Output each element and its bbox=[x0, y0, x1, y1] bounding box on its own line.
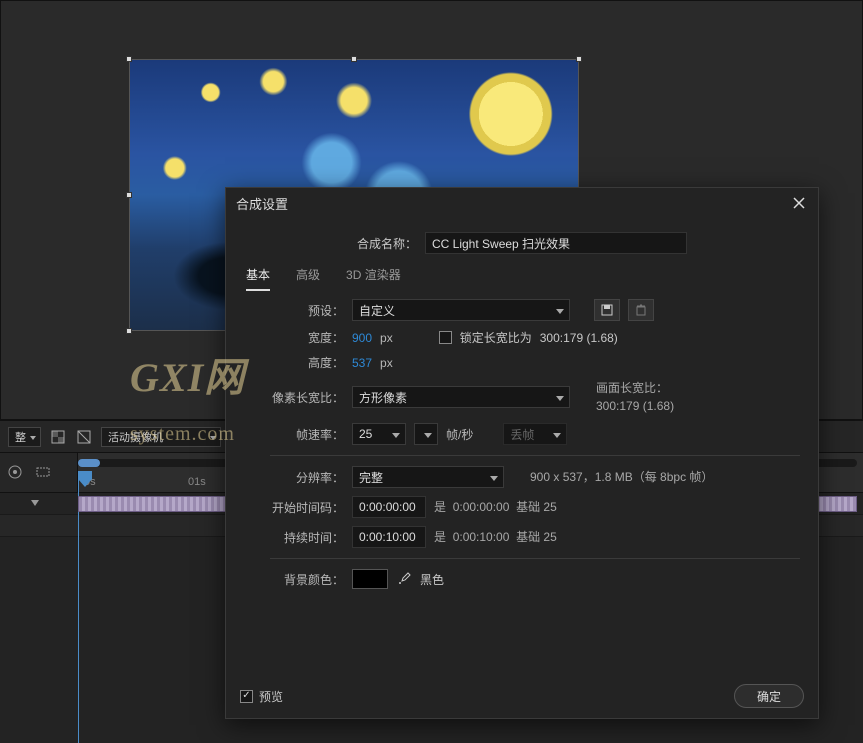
comp-name-input[interactable] bbox=[425, 232, 687, 254]
resize-handle[interactable] bbox=[126, 56, 132, 62]
preset-label: 预设： bbox=[270, 302, 344, 319]
shy-icon[interactable] bbox=[6, 463, 24, 481]
bg-color-name: 黑色 bbox=[420, 571, 444, 588]
playhead[interactable] bbox=[78, 471, 92, 487]
fps-unit: 帧/秒 bbox=[446, 426, 473, 443]
preset-dropdown[interactable]: 自定义 bbox=[352, 299, 570, 321]
lock-aspect-value: 300:179 (1.68) bbox=[540, 331, 618, 345]
frame-aspect-info: 画面长宽比： 300:179 (1.68) bbox=[596, 379, 674, 415]
ruler-tick-label: 01s bbox=[188, 476, 206, 488]
frame-blend-icon[interactable] bbox=[34, 463, 52, 481]
fps-label: 帧速率： bbox=[270, 426, 344, 443]
fps-spinner[interactable] bbox=[414, 423, 438, 445]
tab-advanced[interactable]: 高级 bbox=[296, 266, 320, 291]
resolution-label: 分辨率： bbox=[270, 469, 344, 486]
transparency-grid-icon[interactable] bbox=[49, 428, 67, 446]
ok-button[interactable]: 确定 bbox=[734, 684, 804, 708]
dialog-title: 合成设置 bbox=[236, 194, 288, 213]
pixel-aspect-dropdown[interactable]: 方形像素 bbox=[352, 386, 570, 408]
resolution-info: 900 x 537，1.8 MB（每 8bpc 帧） bbox=[530, 468, 713, 486]
comp-name-label: 合成名称： bbox=[357, 235, 417, 252]
width-value[interactable]: 900 bbox=[352, 331, 372, 345]
resize-handle[interactable] bbox=[576, 56, 582, 62]
save-preset-button[interactable] bbox=[594, 299, 620, 321]
preview-checkbox[interactable] bbox=[240, 690, 253, 703]
start-timecode-label: 开始时间码： bbox=[270, 499, 344, 516]
time-navigator-thumb[interactable] bbox=[78, 459, 100, 467]
dropframe-dropdown: 丢帧 bbox=[503, 423, 567, 445]
bg-color-swatch[interactable] bbox=[352, 569, 388, 589]
height-label: 高度： bbox=[270, 354, 344, 371]
duration-label: 持续时间： bbox=[270, 529, 344, 546]
eyedropper-icon[interactable] bbox=[396, 571, 412, 587]
start-timecode-info: 是 0:00:00:00 基础 25 bbox=[434, 498, 557, 516]
lock-aspect-checkbox[interactable] bbox=[439, 331, 452, 344]
bg-color-label: 背景颜色： bbox=[270, 571, 344, 588]
fps-input[interactable]: 25 bbox=[352, 423, 406, 445]
resize-handle[interactable] bbox=[351, 56, 357, 62]
close-button[interactable] bbox=[790, 194, 808, 212]
composition-settings-dialog: 合成设置 合成名称： 基本 高级 3D 渲染器 预设： 自定义 bbox=[225, 187, 819, 719]
resolution-dropdown[interactable]: 整 bbox=[8, 427, 41, 447]
tab-basic[interactable]: 基本 bbox=[246, 266, 270, 291]
mask-icon[interactable] bbox=[75, 428, 93, 446]
width-label: 宽度： bbox=[270, 329, 344, 346]
preview-label: 预览 bbox=[259, 688, 283, 705]
tab-renderer[interactable]: 3D 渲染器 bbox=[346, 266, 401, 291]
resolution-dropdown[interactable]: 完整 bbox=[352, 466, 504, 488]
lock-aspect-label: 锁定长宽比为 bbox=[460, 329, 532, 346]
resize-handle[interactable] bbox=[126, 328, 132, 334]
resize-handle[interactable] bbox=[126, 192, 132, 198]
height-unit: px bbox=[380, 356, 393, 370]
start-timecode-input[interactable] bbox=[352, 496, 426, 518]
duration-info: 是 0:00:10:00 基础 25 bbox=[434, 528, 557, 546]
delete-preset-button[interactable] bbox=[628, 299, 654, 321]
chevron-down-icon[interactable] bbox=[30, 497, 40, 511]
duration-input[interactable] bbox=[352, 526, 426, 548]
width-unit: px bbox=[380, 331, 393, 345]
camera-dropdown[interactable]: 活动摄像机 bbox=[101, 427, 221, 447]
height-value[interactable]: 537 bbox=[352, 356, 372, 370]
par-label: 像素长宽比： bbox=[270, 389, 344, 406]
